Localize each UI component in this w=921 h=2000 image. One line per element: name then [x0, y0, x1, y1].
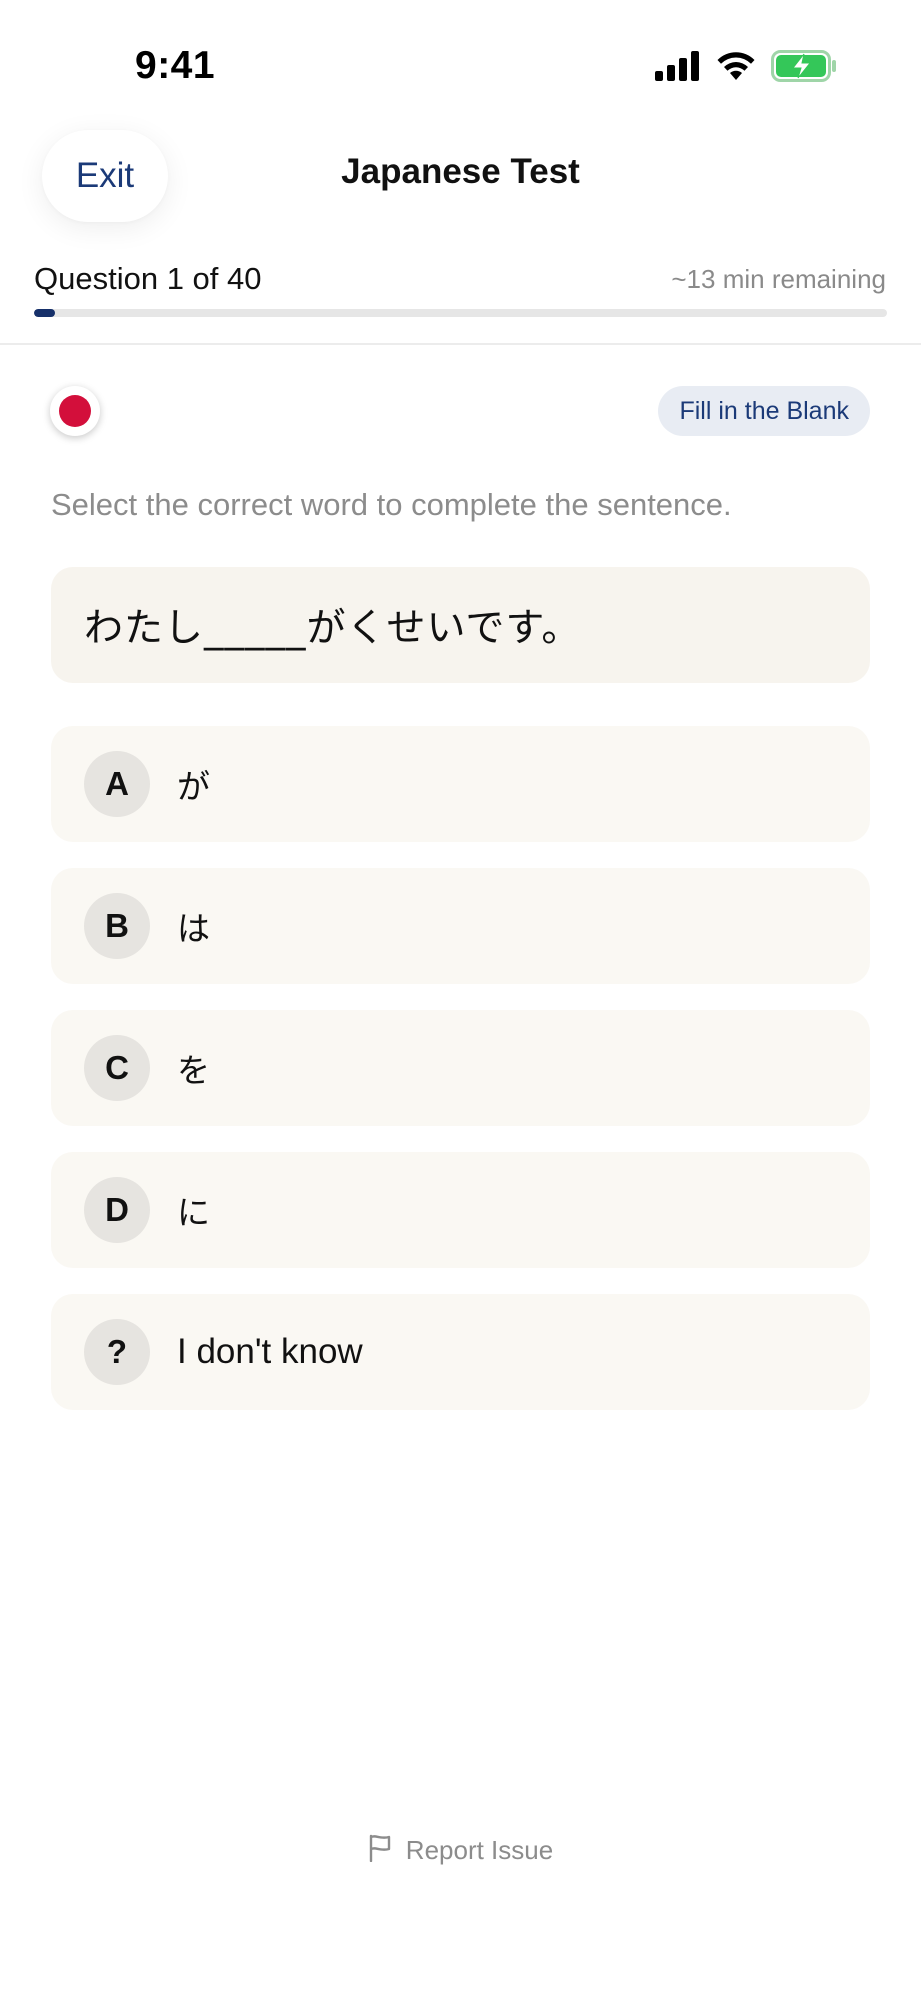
- option-text: I don't know: [177, 1332, 363, 1371]
- option-a[interactable]: A が: [51, 726, 870, 842]
- option-text: が: [177, 767, 210, 806]
- japan-flag-icon: [50, 386, 100, 436]
- time-remaining: ~13 min remaining: [671, 264, 886, 294]
- option-text: を: [177, 1051, 210, 1090]
- option-text: は: [177, 909, 210, 948]
- status-icons: [655, 50, 837, 87]
- flag-outline-icon: [368, 1834, 392, 1867]
- option-dont-know[interactable]: ? I don't know: [51, 1294, 870, 1410]
- option-d[interactable]: D に: [51, 1152, 870, 1268]
- signal-icon: [655, 51, 701, 86]
- option-letter: A: [84, 751, 150, 817]
- header-divider: [0, 343, 921, 345]
- option-letter: D: [84, 1177, 150, 1243]
- prompt-sentence: わたし_____がくせいです。: [84, 606, 582, 651]
- answer-options: A が B は C を D に ? I don't know: [51, 726, 870, 1436]
- status-time: 9:41: [135, 44, 216, 87]
- flag-sun: [59, 395, 91, 427]
- progress-bar: [34, 309, 887, 317]
- option-text: に: [177, 1193, 210, 1232]
- question-counter: Question 1 of 40: [34, 261, 262, 296]
- page-title: Japanese Test: [341, 152, 580, 191]
- battery-charging-icon: [771, 50, 837, 87]
- report-issue-label: Report Issue: [405, 1835, 554, 1865]
- wifi-icon: [715, 51, 757, 86]
- option-b[interactable]: B は: [51, 868, 870, 984]
- question-mark-icon: ?: [84, 1319, 150, 1385]
- question-type-badge: Fill in the Blank: [658, 386, 870, 436]
- option-c[interactable]: C を: [51, 1010, 870, 1126]
- option-letter: B: [84, 893, 150, 959]
- status-bar: 9:41: [0, 0, 921, 120]
- option-letter: C: [84, 1035, 150, 1101]
- prompt-card: わたし_____がくせいです。: [51, 567, 870, 683]
- report-issue-button[interactable]: Report Issue: [0, 1834, 921, 1867]
- question-instruction: Select the correct word to complete the …: [51, 487, 732, 522]
- progress-fill: [34, 309, 56, 317]
